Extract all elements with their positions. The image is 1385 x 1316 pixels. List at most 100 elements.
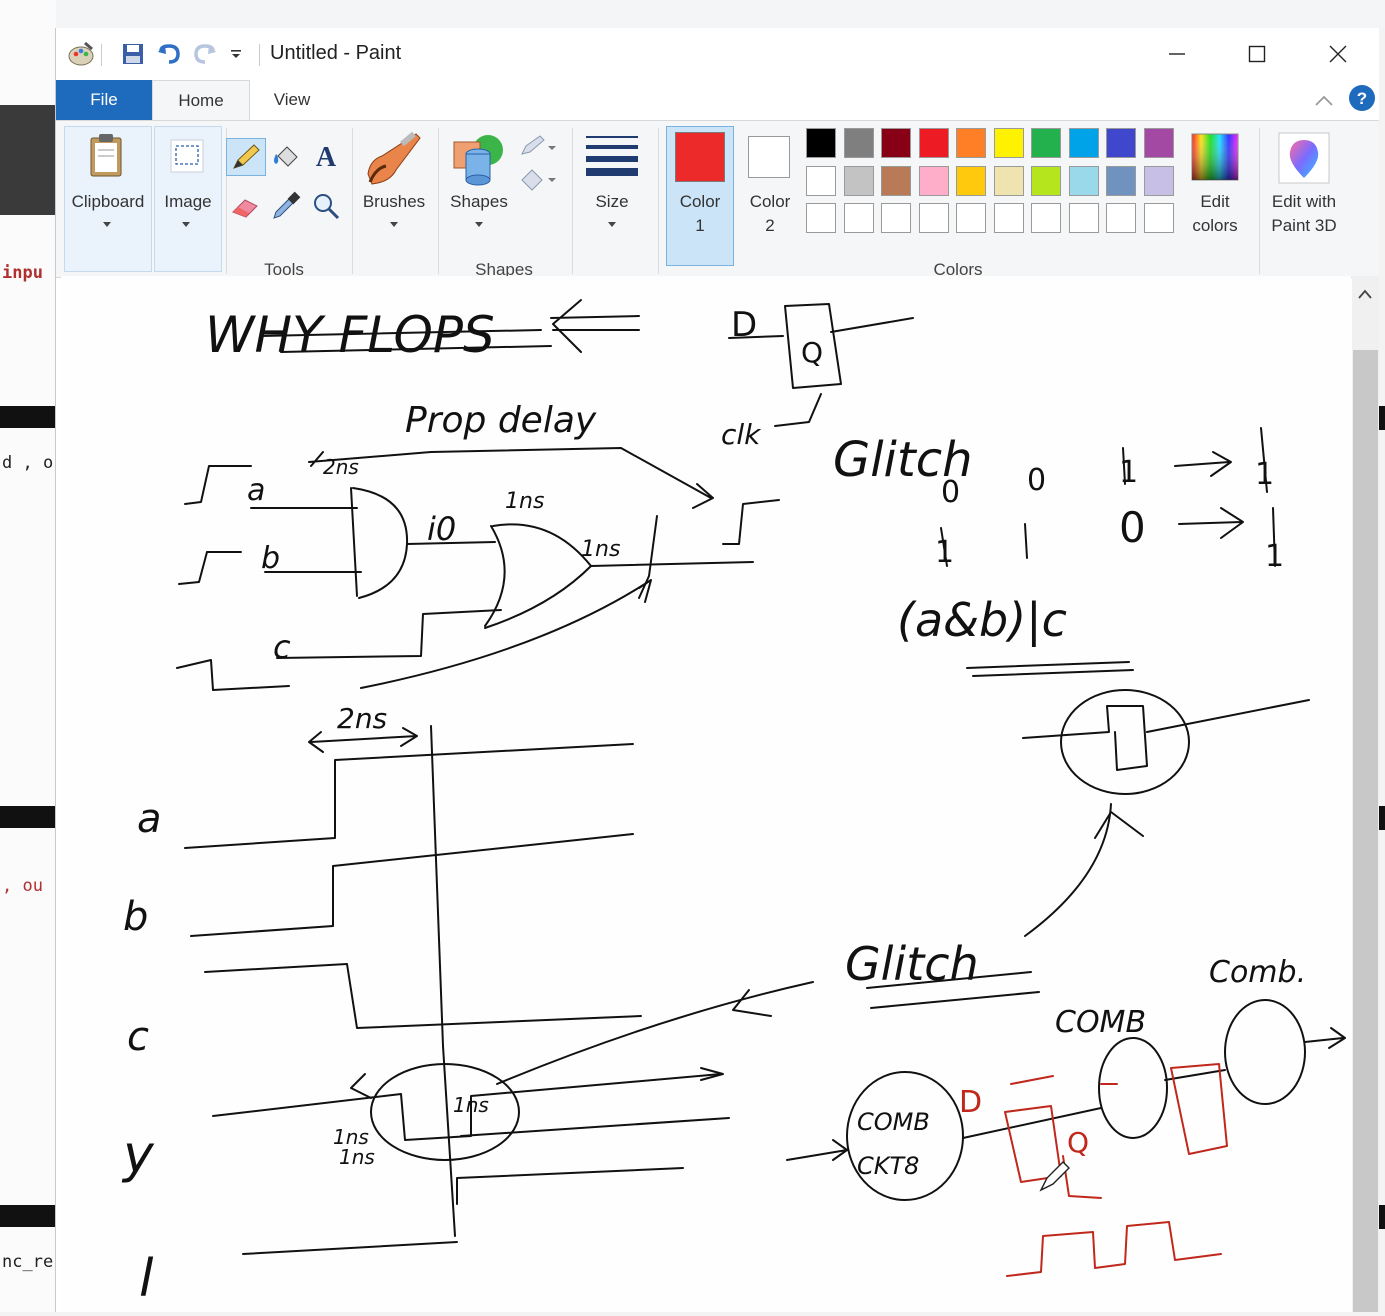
redo-icon[interactable] <box>190 40 220 68</box>
outline-icon[interactable] <box>518 134 558 162</box>
handwriting: 2ns <box>323 455 359 479</box>
tab-file[interactable]: File <box>56 80 152 120</box>
ink-stroke <box>178 551 242 585</box>
palette-swatch[interactable] <box>881 128 911 158</box>
ink-stroke <box>496 981 814 1085</box>
background-code-fragment: d , o <box>2 453 54 473</box>
ink-stroke <box>1098 1037 1168 1139</box>
palette-empty-swatch[interactable] <box>806 203 836 233</box>
palette-empty-swatch[interactable] <box>993 203 1024 233</box>
handwriting: 1ns <box>581 537 620 562</box>
handwriting: c <box>273 628 291 666</box>
tab-view[interactable]: View <box>256 80 328 120</box>
fill-icon[interactable] <box>270 142 302 176</box>
ink-stroke <box>774 393 822 427</box>
palette-swatch[interactable] <box>843 165 874 196</box>
palette-swatch[interactable] <box>843 128 874 158</box>
handwriting: 0 <box>941 475 960 510</box>
size-dropdown-icon <box>608 222 616 227</box>
palette-swatch[interactable] <box>956 128 986 158</box>
divider <box>352 128 353 274</box>
ink-stroke <box>242 1241 458 1255</box>
pencil-icon <box>230 142 262 176</box>
palette-swatch[interactable] <box>993 128 1024 158</box>
handwriting: Glitch <box>845 937 979 991</box>
background-top-strip <box>0 0 1385 28</box>
palette-swatch[interactable] <box>1143 165 1174 196</box>
drawing-canvas[interactable]: WHY FLOPS Prop delay D Q clk Glitch a b … <box>61 276 1351 1312</box>
palette-swatch[interactable] <box>1068 128 1099 158</box>
color-picker-icon[interactable] <box>270 190 302 226</box>
handwriting: l <box>139 1249 154 1309</box>
paint3d-icon[interactable] <box>1278 132 1330 188</box>
edit-colors-icon[interactable] <box>1190 132 1240 186</box>
palette-swatch[interactable] <box>881 165 911 196</box>
window-title: Untitled - Paint <box>270 42 402 64</box>
collapse-ribbon-icon[interactable] <box>1314 92 1334 111</box>
palette-swatch[interactable] <box>918 128 949 158</box>
palette-swatch[interactable] <box>1106 165 1136 196</box>
vertical-scrollbar[interactable] <box>1352 276 1379 1312</box>
handwriting: COMB <box>1055 1005 1146 1040</box>
palette-empty-swatch[interactable] <box>956 203 986 233</box>
ink-stroke <box>1024 803 1144 937</box>
palette-swatch[interactable] <box>1143 128 1174 158</box>
brushes-dropdown-icon <box>390 222 398 227</box>
palette-swatch[interactable] <box>806 128 836 158</box>
handwriting: COMB <box>857 1108 930 1136</box>
scroll-up-icon[interactable] <box>1358 284 1372 303</box>
ink-stroke <box>1174 451 1232 477</box>
handwriting: i0 <box>427 510 456 548</box>
ink-stroke <box>1178 507 1244 539</box>
palette-empty-swatch[interactable] <box>1031 203 1061 233</box>
maximize-button[interactable] <box>1234 38 1280 70</box>
ink-stroke <box>190 833 634 937</box>
palette-swatch[interactable] <box>1068 165 1099 196</box>
ink-stroke <box>966 661 1134 677</box>
tab-home[interactable]: Home <box>152 80 250 121</box>
palette-empty-swatch[interactable] <box>1068 203 1099 233</box>
handwriting-red: D <box>959 1085 982 1120</box>
palette-swatch[interactable] <box>806 165 836 196</box>
palette-swatch[interactable] <box>993 165 1024 196</box>
save-icon[interactable] <box>118 40 148 68</box>
palette-empty-swatch[interactable] <box>1106 203 1136 233</box>
ink-stroke <box>1224 999 1306 1105</box>
background-divider <box>0 806 56 828</box>
background-divider <box>1378 406 1385 430</box>
brushes-icon[interactable] <box>362 130 424 192</box>
palette-empty-swatch[interactable] <box>881 203 911 233</box>
paint3d-label: Edit with <box>1271 192 1337 211</box>
magnifier-icon[interactable] <box>310 190 342 226</box>
minimize-button[interactable] <box>1154 38 1200 70</box>
scrollbar-thumb[interactable] <box>1353 350 1378 1312</box>
palette-swatch[interactable] <box>1031 128 1061 158</box>
palette-swatch[interactable] <box>956 165 986 196</box>
eraser-icon[interactable] <box>230 192 262 224</box>
color2-swatch <box>748 136 790 178</box>
text-tool-icon[interactable]: A <box>310 140 342 176</box>
palette-empty-swatch[interactable] <box>918 203 949 233</box>
title-bar: Untitled - Paint <box>56 28 1379 80</box>
palette-swatch[interactable] <box>1031 165 1061 196</box>
paint-app-icon[interactable] <box>64 40 98 68</box>
palette-swatch[interactable] <box>918 165 949 196</box>
ink-stroke <box>276 609 502 659</box>
handwriting: y <box>121 1125 155 1185</box>
select-icon <box>167 136 207 180</box>
close-button[interactable] <box>1315 38 1361 70</box>
palette-swatch[interactable] <box>1106 128 1136 158</box>
customize-quick-access-icon[interactable] <box>226 40 246 68</box>
brushes-label: Brushes <box>362 192 426 211</box>
size-icon[interactable] <box>582 132 642 182</box>
help-icon[interactable]: ? <box>1348 84 1376 116</box>
canvas-drawing: WHY FLOPS Prop delay D Q clk Glitch a b … <box>121 299 1346 1309</box>
ink-stroke-red <box>1062 1155 1102 1199</box>
ribbon-tabs: File Home View ? <box>56 80 1379 121</box>
undo-icon[interactable] <box>154 40 184 68</box>
fill-shape-icon[interactable] <box>518 166 558 196</box>
palette-empty-swatch[interactable] <box>1143 203 1174 233</box>
shapes-icon[interactable] <box>450 130 508 192</box>
handwriting: 1 <box>935 535 954 570</box>
palette-empty-swatch[interactable] <box>843 203 874 233</box>
